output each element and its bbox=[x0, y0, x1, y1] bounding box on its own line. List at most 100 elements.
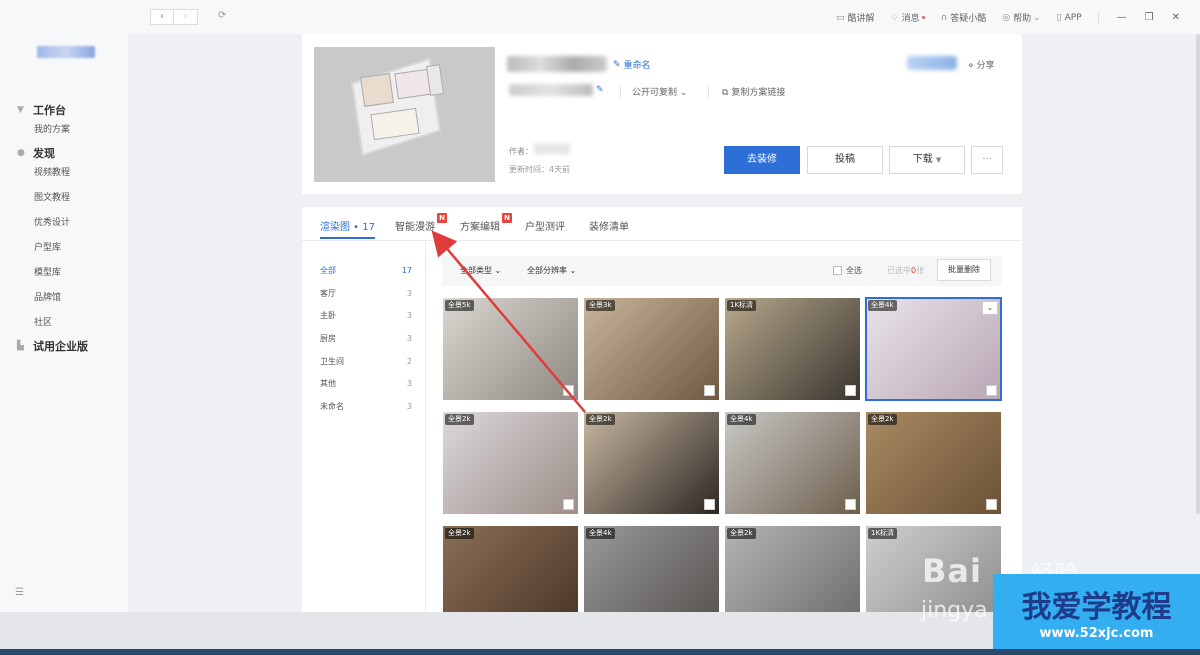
sidebar-item-video-tutorials[interactable]: 视频教程 bbox=[0, 161, 128, 186]
category-item[interactable]: 主卧 3 bbox=[320, 310, 412, 333]
site-watermark-title: 我爱学教程 bbox=[1021, 590, 1172, 625]
batch-delete-button[interactable]: 批量删除 bbox=[937, 259, 991, 281]
chevron-down-icon: ⌄ bbox=[494, 266, 502, 275]
tab-smart-tour[interactable]: 智能漫游 N bbox=[395, 213, 447, 233]
back-button[interactable]: ‹ bbox=[150, 9, 174, 25]
render-tile[interactable]: 全景4k bbox=[584, 526, 719, 612]
tab-floorplan-review[interactable]: 户型测评 bbox=[525, 218, 565, 233]
chevron-down-icon[interactable]: ⌄ bbox=[982, 301, 998, 315]
sidebar-item-floorplan-library[interactable]: 户型库 bbox=[0, 236, 128, 261]
category-name: 客厅 bbox=[320, 288, 336, 298]
render-tile[interactable]: 全景5k bbox=[443, 298, 578, 400]
sidebar-section-discover[interactable]: ● 发现 bbox=[0, 145, 128, 161]
top-link-explain[interactable]: ▭ 酷讲解 bbox=[836, 11, 875, 25]
sidebar-item-my-plans[interactable]: 我的方案 bbox=[0, 118, 128, 143]
sidebar-section-workbench[interactable]: ▼ 工作台 bbox=[0, 102, 128, 118]
render-tile[interactable]: 全景3k bbox=[584, 298, 719, 400]
select-all-label[interactable]: 全选 bbox=[846, 265, 862, 276]
chevron-left-icon: ‹ bbox=[160, 11, 164, 22]
app-logo[interactable] bbox=[37, 46, 95, 58]
more-button[interactable]: ··· bbox=[971, 146, 1003, 174]
copy-link-button[interactable]: ⧉ 复制方案链接 bbox=[722, 85, 785, 98]
top-link-help[interactable]: ◎ 帮助 ⌄ bbox=[1002, 11, 1041, 25]
category-item[interactable]: 客厅 3 bbox=[320, 288, 412, 311]
render-tile[interactable]: 全景2k bbox=[725, 526, 860, 612]
tab-renders[interactable]: 渲染图 • 17 bbox=[320, 218, 375, 239]
decorate-button[interactable]: 去装修 bbox=[724, 146, 800, 174]
submit-button[interactable]: 投稿 bbox=[807, 146, 883, 174]
floorplan-room bbox=[360, 73, 394, 107]
render-tile[interactable]: 全景2k bbox=[584, 412, 719, 514]
tile-checkbox[interactable] bbox=[845, 499, 856, 510]
render-tile[interactable]: 全景4k bbox=[725, 412, 860, 514]
active-tab-indicator bbox=[320, 237, 375, 239]
tile-checkbox[interactable] bbox=[563, 385, 574, 396]
category-name: 全部 bbox=[320, 266, 336, 275]
tile-checkbox[interactable] bbox=[563, 499, 574, 510]
edit-icon[interactable]: ✎ bbox=[596, 85, 604, 95]
plan-header-card: ✎ 重命名 ✎ 公开可复制 ⌄ ⧉ 复制方案链接 ⋄ 分享 作者： 更新时间：4天… bbox=[302, 34, 1022, 194]
forward-button[interactable]: › bbox=[174, 9, 198, 25]
render-tile[interactable]: 全景2k bbox=[443, 412, 578, 514]
select-all-checkbox[interactable] bbox=[833, 266, 842, 275]
download-button[interactable]: 下载 ▼ bbox=[889, 146, 965, 174]
sidebar-nav: ▼ 工作台 我的方案 ● 发现 视频教程 图文教程 优秀设计 户型库 模型库 品牌馆… bbox=[0, 100, 128, 354]
render-tile[interactable]: 1K标清 bbox=[725, 298, 860, 400]
type-filter-dropdown[interactable]: 全部类型 ⌄ bbox=[460, 265, 501, 276]
updated-time: 更新时间：4天前 bbox=[509, 165, 571, 174]
sidebar-section-enterprise-trial[interactable]: ▙ 试用企业版 bbox=[0, 338, 128, 354]
plan-title-blurred bbox=[507, 56, 607, 72]
discover-icon: ● bbox=[17, 148, 25, 158]
new-badge: N bbox=[502, 213, 512, 223]
tile-checkbox[interactable] bbox=[845, 385, 856, 396]
category-item[interactable]: 未命名 3 bbox=[320, 401, 412, 424]
tile-checkbox[interactable] bbox=[704, 499, 715, 510]
category-name: 主卧 bbox=[320, 311, 336, 321]
category-item[interactable]: 卫生间 2 bbox=[320, 356, 412, 379]
share-button[interactable]: ⋄ 分享 bbox=[968, 58, 995, 71]
caret-down-icon: ▼ bbox=[935, 156, 942, 164]
top-link-label: APP bbox=[1064, 12, 1082, 23]
tile-checkbox[interactable] bbox=[986, 385, 997, 396]
tile-resolution-label: 全景4k bbox=[586, 528, 615, 539]
sidebar-item-article-tutorials[interactable]: 图文教程 bbox=[0, 186, 128, 211]
tab-plan-edit[interactable]: 方案编辑 N bbox=[460, 213, 512, 233]
sidebar-item-community[interactable]: 社区 bbox=[0, 311, 128, 336]
tab-bar: 渲染图 • 17 智能漫游 N 方案编辑 N 户型测评 装修清单 bbox=[302, 207, 1022, 241]
render-tile[interactable]: 全景2k bbox=[866, 412, 1001, 514]
tab-label: 方案编辑 bbox=[460, 222, 500, 233]
copy-permission-dropdown[interactable]: 公开可复制 ⌄ bbox=[632, 85, 687, 98]
close-icon[interactable]: ✕ bbox=[1172, 12, 1180, 23]
bell-icon: ♢ bbox=[890, 12, 899, 23]
top-link-messages[interactable]: ♢ 消息 bbox=[891, 11, 925, 24]
sidebar-item-model-library[interactable]: 模型库 bbox=[0, 261, 128, 286]
top-link-label: 消息 bbox=[901, 14, 920, 24]
tile-checkbox[interactable] bbox=[704, 385, 715, 396]
category-item[interactable]: 全部 17 bbox=[320, 265, 412, 288]
category-list: 全部 17 客厅 3 主卧 3 厨房 3 卫生间 2 其他 3 未命名 3 bbox=[320, 265, 412, 424]
selected-suffix: 张 bbox=[916, 266, 925, 275]
top-link-app[interactable]: ▯ APP bbox=[1057, 13, 1082, 23]
sidebar-item-featured-designs[interactable]: 优秀设计 bbox=[0, 211, 128, 236]
category-item[interactable]: 厨房 3 bbox=[320, 333, 412, 356]
chevron-down-icon: ⌄ bbox=[1033, 12, 1041, 23]
tile-resolution-label: 全景2k bbox=[868, 414, 897, 425]
scrollbar[interactable] bbox=[1196, 34, 1200, 514]
plan-thumbnail[interactable] bbox=[314, 47, 495, 182]
category-item[interactable]: 其他 3 bbox=[320, 378, 412, 401]
refresh-icon[interactable]: ⟳ bbox=[218, 10, 226, 21]
restore-icon[interactable]: ❐ bbox=[1145, 12, 1154, 23]
top-link-support[interactable]: ∩ 答疑小酷 bbox=[941, 11, 987, 25]
menu-icon[interactable]: ☰ bbox=[15, 587, 24, 598]
resolution-filter-dropdown[interactable]: 全部分辨率 ⌄ bbox=[527, 265, 576, 276]
sidebar-item-brand-hall[interactable]: 品牌馆 bbox=[0, 286, 128, 311]
building-icon: ▙ bbox=[17, 341, 24, 351]
tile-checkbox[interactable] bbox=[986, 499, 997, 510]
rename-button[interactable]: ✎ 重命名 bbox=[613, 58, 651, 72]
render-tile[interactable]: 全景2k bbox=[443, 526, 578, 612]
render-tile[interactable]: 全景4k ⌄ bbox=[865, 297, 1002, 401]
floorplan-room bbox=[425, 64, 445, 96]
minimize-icon[interactable]: — bbox=[1117, 12, 1127, 23]
top-bar: ‹ › ⟳ ▭ 酷讲解 ♢ 消息 ∩ 答疑小酷 ◎ 帮助 ⌄ ▯ APP — ❐ ✕ bbox=[128, 0, 1200, 34]
tab-decoration-list[interactable]: 装修清单 bbox=[589, 218, 629, 233]
